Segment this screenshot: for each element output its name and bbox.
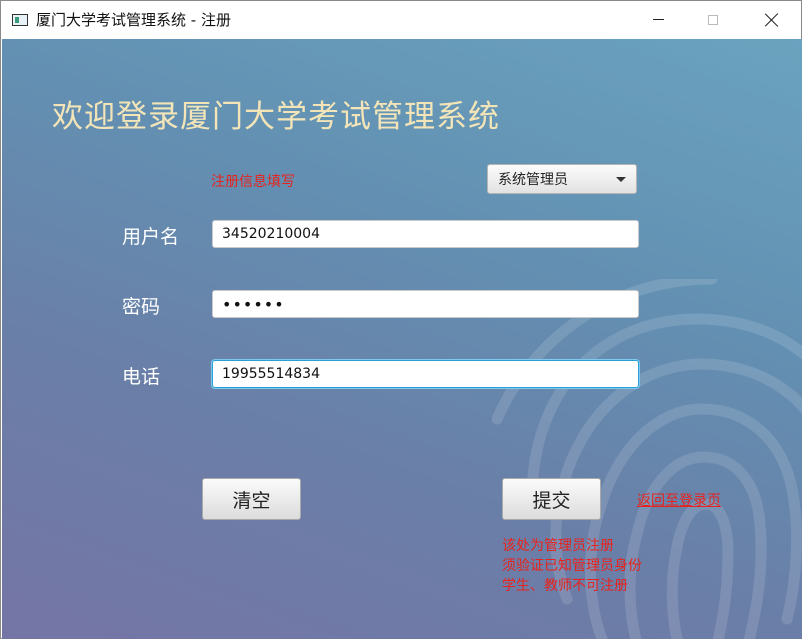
- maximize-button[interactable]: [690, 1, 736, 38]
- password-input[interactable]: [212, 290, 639, 318]
- username-label: 用户名: [122, 222, 179, 249]
- minimize-icon: [653, 19, 664, 20]
- title-bar[interactable]: 厦门大学考试管理系统 - 注册: [1, 1, 801, 38]
- registration-hint: 注册信息填写: [211, 171, 295, 191]
- role-select[interactable]: 系统管理员: [487, 164, 637, 194]
- note-line: 须验证已知管理员身份: [502, 556, 642, 576]
- welcome-heading: 欢迎登录厦门大学考试管理系统: [52, 91, 500, 136]
- minimize-button[interactable]: [635, 1, 681, 38]
- note-line: 学生、教师不可注册: [502, 576, 642, 596]
- role-select-value: 系统管理员: [498, 169, 568, 189]
- submit-button[interactable]: 提交: [502, 478, 601, 520]
- back-to-login-link[interactable]: 返回至登录页: [637, 490, 721, 510]
- app-window: 厦门大学考试管理系统 - 注册 欢迎登录厦门大学考试管理系统 注册信息填写 系统…: [0, 0, 802, 639]
- phone-label: 电话: [122, 362, 160, 389]
- window-title: 厦门大学考试管理系统 - 注册: [36, 9, 231, 30]
- note-line: 该处为管理员注册: [502, 536, 642, 556]
- register-panel: 欢迎登录厦门大学考试管理系统 注册信息填写 系统管理员 用户名 密码 电话 清空…: [2, 39, 802, 639]
- clear-button[interactable]: 清空: [202, 478, 301, 520]
- admin-register-note: 该处为管理员注册 须验证已知管理员身份 学生、教师不可注册: [502, 536, 642, 596]
- close-icon: [765, 13, 779, 27]
- close-button[interactable]: [749, 1, 795, 38]
- maximize-icon: [708, 15, 718, 25]
- phone-input[interactable]: [212, 360, 639, 388]
- chevron-down-icon: [616, 177, 626, 182]
- username-input[interactable]: [212, 220, 639, 248]
- password-label: 密码: [122, 292, 160, 319]
- app-icon: [12, 14, 28, 26]
